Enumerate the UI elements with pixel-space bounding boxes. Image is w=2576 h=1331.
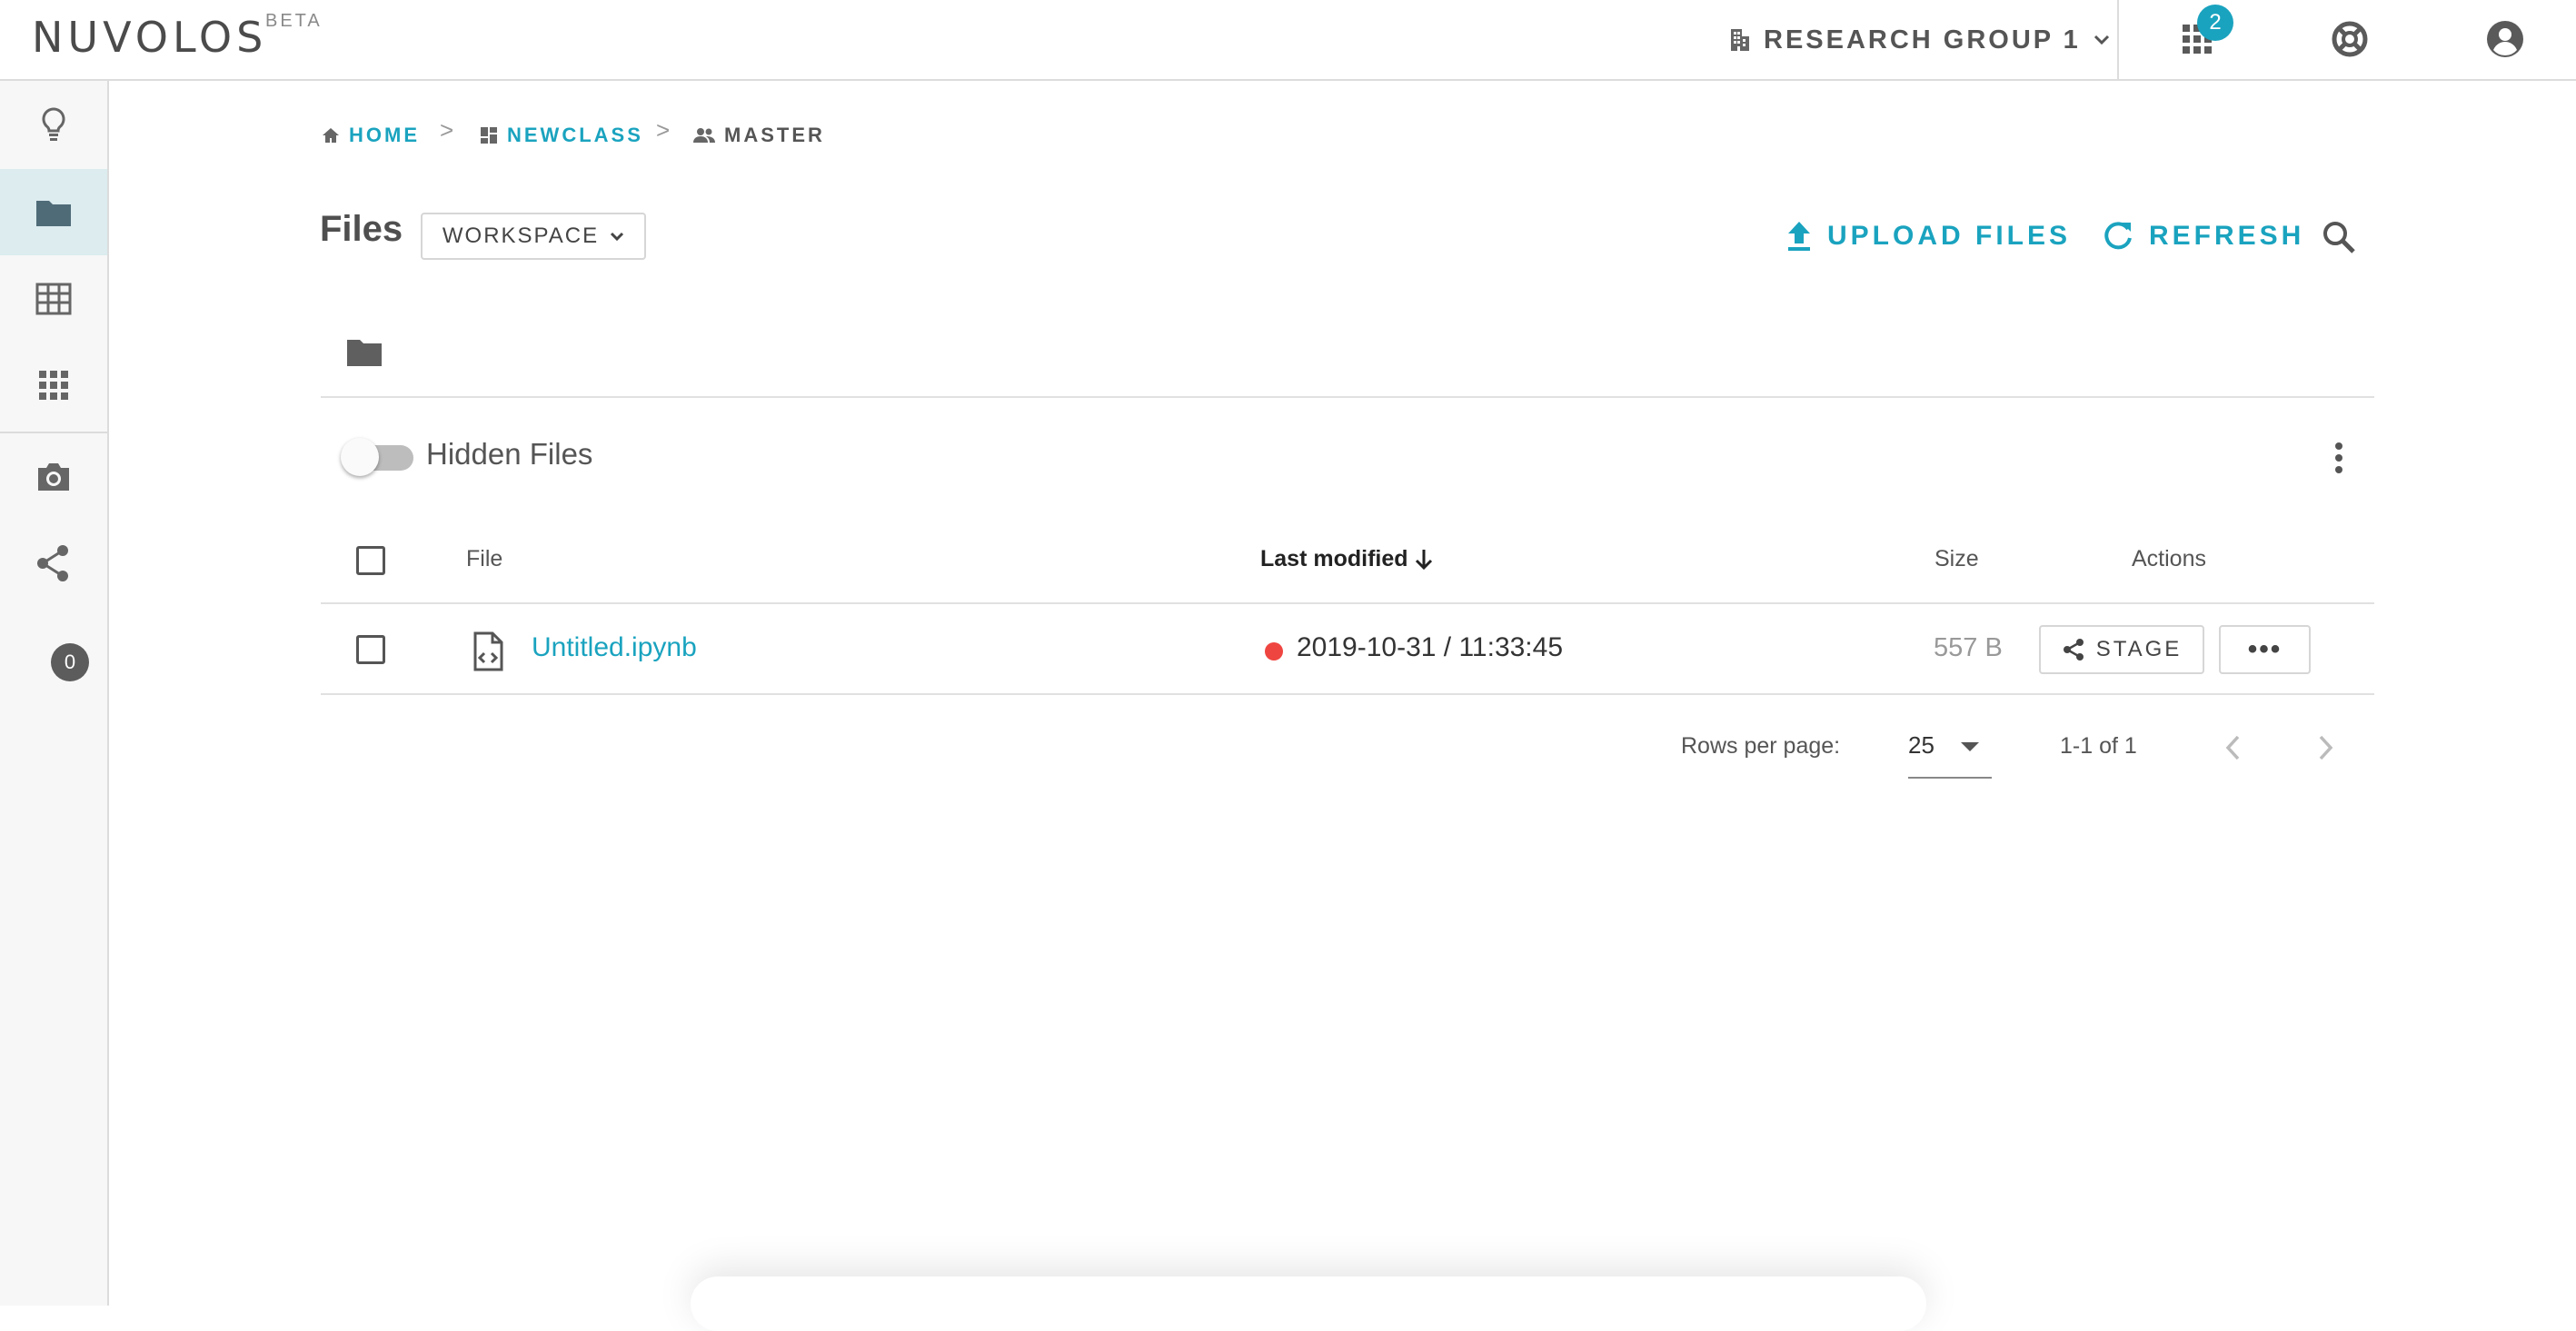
- share-icon: [2063, 639, 2084, 661]
- rows-per-page-label: Rows per page:: [1681, 733, 1841, 759]
- column-header-size[interactable]: Size: [1934, 546, 1979, 572]
- root-folder-icon[interactable]: [345, 337, 383, 368]
- breadcrumb-separator: >: [440, 116, 454, 144]
- chevron-down-icon: [611, 232, 624, 241]
- dropdown-arrow-icon[interactable]: [1960, 740, 1980, 753]
- lightbulb-icon: [42, 106, 65, 141]
- sidebar: 0: [0, 81, 109, 1306]
- breadcrumb-class[interactable]: NEWCLASS: [480, 124, 643, 147]
- account-icon[interactable]: [2486, 20, 2524, 58]
- sidebar-item-sharing[interactable]: [0, 520, 107, 606]
- row-more-button[interactable]: •••: [2219, 625, 2311, 674]
- org-selector[interactable]: RESEARCH GROUP 1: [1729, 22, 2110, 58]
- sidebar-item-tables[interactable]: [0, 255, 107, 342]
- apps-count-badge: 2: [2197, 5, 2233, 41]
- table-icon: [35, 283, 72, 314]
- org-name: RESEARCH GROUP 1: [1764, 25, 2081, 55]
- breadcrumb-instance-label: MASTER: [724, 124, 825, 146]
- building-icon: [1731, 29, 1749, 51]
- column-header-last-modified[interactable]: Last modified: [1260, 546, 1434, 572]
- top-bar: NUVOLOS BETA RESEARCH GROUP 1 2: [0, 0, 2576, 81]
- users-icon: [693, 128, 715, 143]
- breadcrumb-home[interactable]: HOME: [322, 124, 420, 147]
- sidebar-item-snapshots[interactable]: [0, 433, 107, 520]
- file-size-value: 557 B: [1934, 633, 2003, 662]
- sidebar-item-files[interactable]: [0, 169, 107, 255]
- pagination-range: 1-1 of 1: [2060, 733, 2137, 759]
- breadcrumb-separator: >: [656, 116, 671, 144]
- row-select-checkbox[interactable]: [356, 635, 385, 664]
- beta-label: BETA: [265, 11, 323, 31]
- breadcrumb-instance: MASTER: [693, 124, 825, 147]
- code-file-icon: [473, 631, 503, 671]
- chevron-down-icon: [2094, 35, 2109, 45]
- more-vert-icon[interactable]: [2329, 442, 2349, 474]
- last-modified-value: 2019-10-31 / 11:33:45: [1297, 632, 1564, 662]
- upload-files-button[interactable]: UPLOAD FILES: [1785, 216, 2071, 256]
- stage-label: STAGE: [2095, 637, 2183, 661]
- app-logo[interactable]: NUVOLOS: [32, 13, 267, 62]
- dashboard-icon: [481, 127, 497, 144]
- page-title: Files: [320, 209, 403, 249]
- more-horiz-icon: •••: [2247, 634, 2283, 664]
- hidden-files-toggle-knob[interactable]: [341, 438, 379, 476]
- upload-icon: [1788, 222, 1810, 251]
- column-header-file[interactable]: File: [466, 546, 502, 572]
- stage-button[interactable]: STAGE: [2039, 625, 2204, 674]
- rows-per-page-underline: [1908, 777, 1992, 779]
- upload-files-label: UPLOAD FILES: [1827, 221, 2072, 251]
- breadcrumb-home-label: HOME: [349, 124, 420, 146]
- rows-per-page-select[interactable]: 25: [1908, 731, 1934, 760]
- select-all-checkbox[interactable]: [356, 546, 385, 575]
- status-dot: [1265, 642, 1283, 661]
- sidebar-item-applications[interactable]: [0, 342, 107, 428]
- chevron-right-icon[interactable]: [2316, 734, 2334, 761]
- arrow-down-icon: [1415, 549, 1432, 570]
- divider: [321, 396, 2374, 398]
- last-modified-label: Last modified: [1260, 546, 1408, 571]
- home-icon: [323, 128, 339, 143]
- divider: [321, 693, 2374, 695]
- apps-grid-icon: [39, 370, 68, 400]
- hidden-files-label: Hidden Files: [426, 437, 593, 471]
- column-header-actions: Actions: [2132, 546, 2206, 571]
- workspace-dropdown[interactable]: WORKSPACE: [421, 213, 646, 260]
- share-icon: [37, 544, 68, 581]
- sidebar-item-getting-started[interactable]: [0, 81, 107, 167]
- topbar-divider: [2117, 0, 2119, 81]
- file-name-link[interactable]: Untitled.ipynb: [532, 632, 697, 663]
- help-lifebuoy-icon[interactable]: [2331, 20, 2369, 58]
- camera-icon: [38, 462, 69, 491]
- bottom-sheet-shadow: [691, 1276, 1926, 1331]
- refresh-icon: [2104, 222, 2132, 250]
- chevron-left-icon[interactable]: [2224, 734, 2243, 761]
- folder-icon: [36, 200, 71, 226]
- workspace-label: WORKSPACE: [442, 223, 600, 248]
- breadcrumb-class-label: NEWCLASS: [507, 124, 643, 146]
- refresh-label: REFRESH: [2149, 221, 2305, 251]
- share-count-badge: 0: [51, 643, 89, 681]
- refresh-button[interactable]: REFRESH: [2102, 216, 2304, 256]
- search-icon[interactable]: [2322, 220, 2356, 254]
